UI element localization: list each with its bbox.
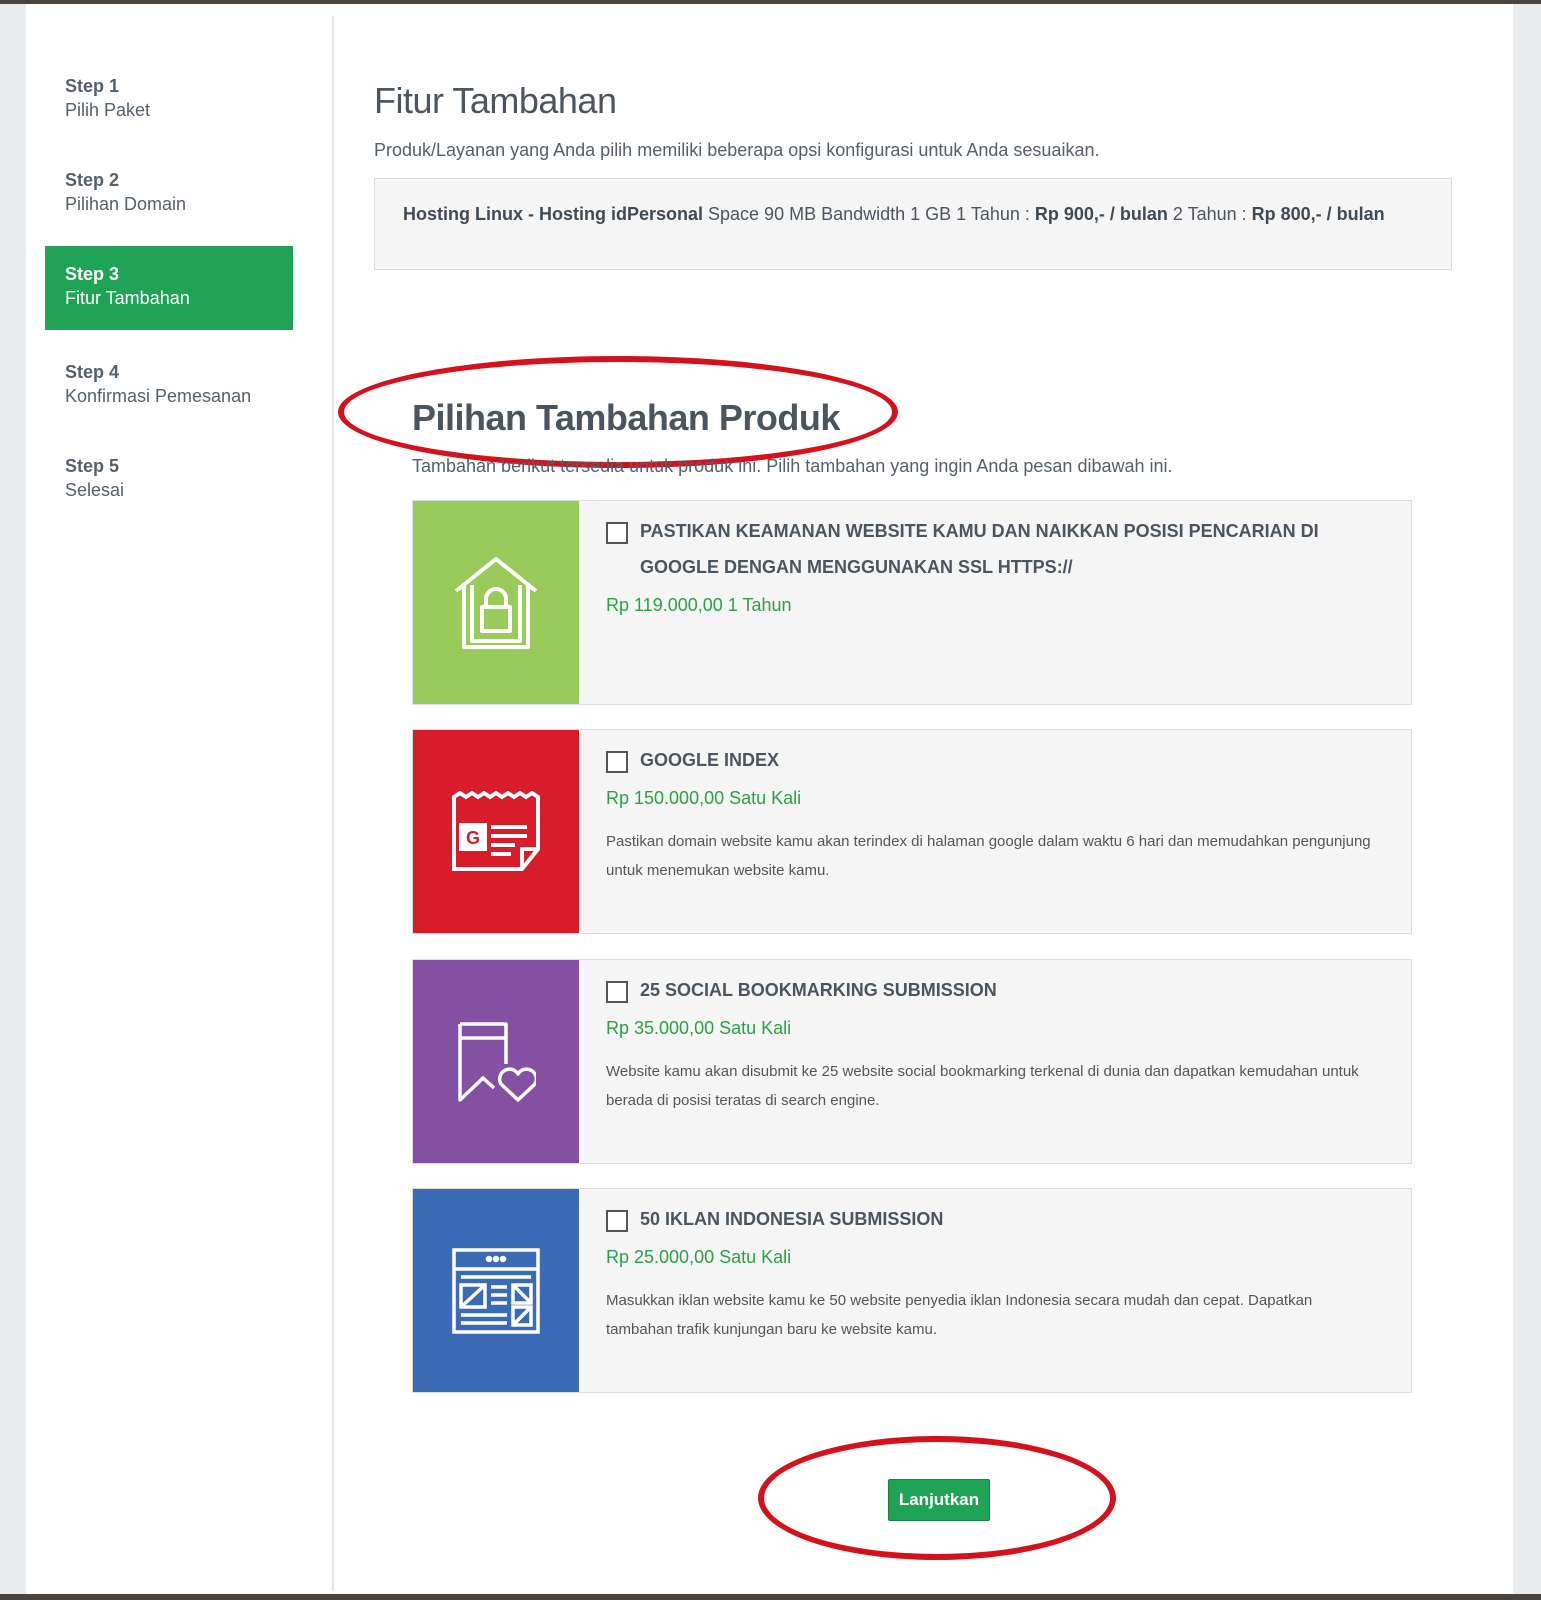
page-title: Fitur Tambahan <box>374 80 617 121</box>
newspaper-icon <box>452 1247 540 1334</box>
addon-ssl: PASTIKAN KEAMANAN WEBSITE KAMU DAN NAIKK… <box>412 500 1412 705</box>
addon-icon-panel <box>413 501 579 704</box>
addon-checkbox[interactable] <box>606 751 628 773</box>
page-subtitle: Produk/Layanan yang Anda pilih memiliki … <box>374 140 1100 160</box>
step-number: Step 4 <box>65 362 120 382</box>
addon-price: Rp 35.000,00 Satu Kali <box>606 1018 792 1038</box>
step-5[interactable]: Step 5 Selesai <box>45 408 293 500</box>
step-label: Konfirmasi Pemesanan <box>65 386 252 406</box>
step-2[interactable]: Step 2 Pilihan Domain <box>45 122 293 214</box>
addon-price: Rp 119.000,00 1 Tahun <box>606 595 792 615</box>
continue-button[interactable]: Lanjutkan <box>888 1479 990 1521</box>
addon-social-bookmarking: 25 SOCIAL BOOKMARKING SUBMISSION Rp 35.0… <box>412 959 1412 1164</box>
step-1[interactable]: Step 1 Pilih Paket <box>45 28 293 120</box>
google-doc-icon: G <box>452 790 540 871</box>
step-label: Fitur Tambahan <box>65 288 190 308</box>
addon-icon-panel: G <box>413 730 579 933</box>
step-number: Step 3 <box>65 264 120 284</box>
selected-product-summary: Hosting Linux - Hosting idPersonal Space… <box>374 178 1452 270</box>
addon-title: PASTIKAN KEAMANAN WEBSITE KAMU DAN NAIKK… <box>640 521 1319 577</box>
product-term-2: 2 Tahun : <box>1167 204 1252 224</box>
step-label: Pilihan Domain <box>65 194 187 214</box>
house-lock-icon <box>454 556 538 649</box>
addon-checkbox[interactable] <box>606 1210 628 1232</box>
product-price-1: Rp 900,- / bulan <box>1034 204 1168 224</box>
addon-description: Pastikan domain website kamu akan terind… <box>606 833 1371 879</box>
step-label: Selesai <box>65 480 125 500</box>
main-content: Fitur Tambahan Produk/Layanan yang Anda … <box>338 4 1484 1584</box>
product-price-2: Rp 800,- / bulan <box>1251 204 1385 224</box>
order-page: Step 1 Pilih Paket Step 2 Pilihan Domain… <box>26 4 1513 1594</box>
addon-price: Rp 25.000,00 Satu Kali <box>606 1247 792 1267</box>
addon-icon-panel <box>413 1189 579 1392</box>
addon-description: Masukkan iklan website kamu ke 50 websit… <box>606 1292 1313 1338</box>
product-name: Hosting Linux - Hosting idPersonal <box>403 204 704 224</box>
steps-sidebar: Step 1 Pilih Paket Step 2 Pilihan Domain… <box>26 16 334 1591</box>
addon-iklan-indonesia: 50 IKLAN INDONESIA SUBMISSION Rp 25.000,… <box>412 1188 1412 1393</box>
svg-text:G: G <box>466 828 480 848</box>
addons-section-subtitle: Tambahan berikut tersedia untuk produk i… <box>412 456 1173 476</box>
step-number: Step 5 <box>65 456 120 476</box>
addon-google-index: G GOOGLE INDEX Rp 150.000,00 Satu Kali P… <box>412 729 1412 934</box>
step-label: Pilih Paket <box>65 100 151 120</box>
addon-title: 25 SOCIAL BOOKMARKING SUBMISSION <box>640 980 997 1000</box>
product-specs: Space 90 MB Bandwidth 1 GB 1 Tahun : <box>703 204 1035 224</box>
bookmark-heart-icon <box>458 1021 536 1102</box>
addon-checkbox[interactable] <box>606 981 628 1003</box>
step-number: Step 1 <box>65 76 120 96</box>
addon-checkbox[interactable] <box>606 522 628 544</box>
browser-window: Step 1 Pilih Paket Step 2 Pilihan Domain… <box>0 4 1541 1594</box>
addon-icon-panel <box>413 960 579 1163</box>
addon-price: Rp 150.000,00 Satu Kali <box>606 788 802 808</box>
addons-section-title: Pilihan Tambahan Produk <box>412 397 840 438</box>
addon-title: GOOGLE INDEX <box>640 750 780 770</box>
addon-title: 50 IKLAN INDONESIA SUBMISSION <box>640 1209 944 1229</box>
step-4[interactable]: Step 4 Konfirmasi Pemesanan <box>45 314 293 406</box>
addon-description: Website kamu akan disubmit ke 25 website… <box>606 1063 1359 1109</box>
step-number: Step 2 <box>65 170 120 190</box>
